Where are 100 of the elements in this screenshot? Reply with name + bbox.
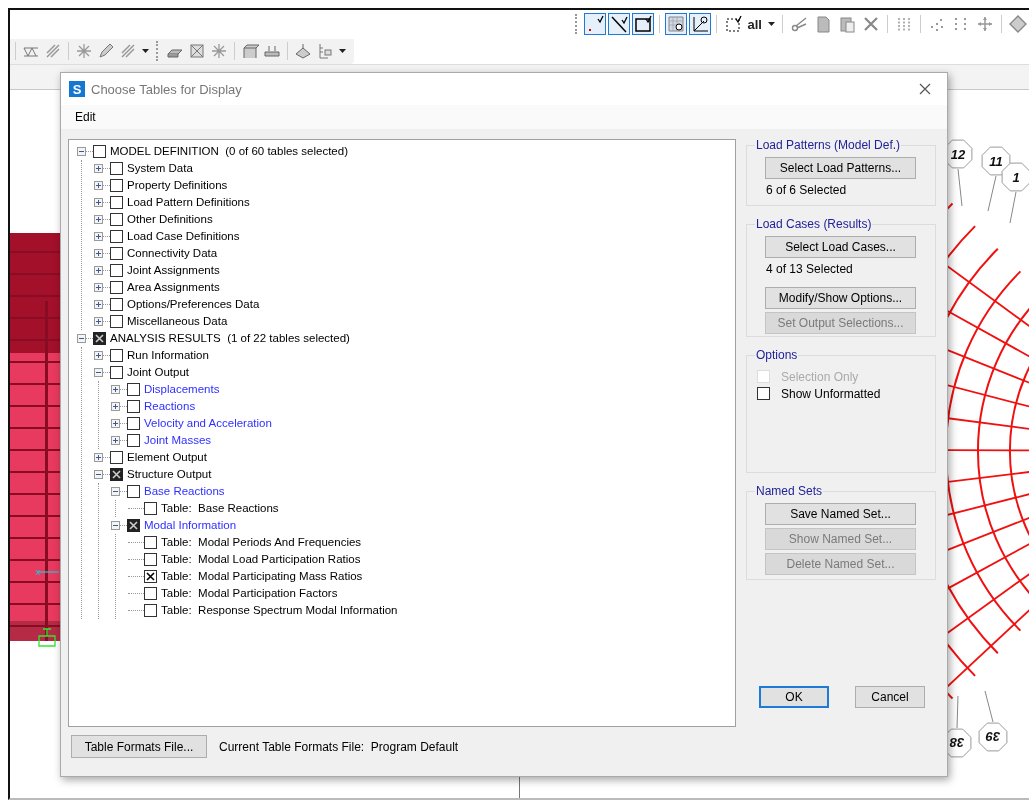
square-check-icon[interactable] xyxy=(631,13,654,35)
tree-item[interactable]: Table: Response Spectrum Modal Information xyxy=(161,603,398,618)
checkbox[interactable] xyxy=(93,332,106,345)
tree-item[interactable]: Connectivity Data xyxy=(127,246,218,261)
checkbox[interactable] xyxy=(127,417,140,430)
checkbox[interactable] xyxy=(110,264,123,277)
tree-item[interactable]: Other Definitions xyxy=(127,212,213,227)
tree-item[interactable]: Joint Output xyxy=(127,365,189,380)
grid-zoom-icon[interactable] xyxy=(664,13,687,35)
tree-item[interactable]: Table: Base Reactions xyxy=(161,501,279,516)
checkbox[interactable] xyxy=(127,434,140,447)
expand-icon[interactable] xyxy=(111,419,120,428)
caret-icon[interactable] xyxy=(339,49,346,53)
table-formats-button[interactable]: Table Formats File... xyxy=(71,735,207,758)
menu-item[interactable]: Edit xyxy=(69,108,102,126)
tree-item[interactable]: ANALYSIS RESULTS (1 of 22 tables selected) xyxy=(110,331,350,346)
checkbox[interactable] xyxy=(127,383,140,396)
checkbox[interactable] xyxy=(110,315,123,328)
expand-icon[interactable] xyxy=(94,300,103,309)
caret-icon[interactable] xyxy=(142,49,149,53)
expand-icon[interactable] xyxy=(94,283,103,292)
expand-icon[interactable] xyxy=(94,232,103,241)
expand-icon[interactable] xyxy=(94,215,103,224)
checkbox[interactable] xyxy=(110,179,123,192)
checkbox[interactable] xyxy=(144,536,157,549)
checkbox[interactable] xyxy=(110,213,123,226)
ok-button[interactable]: OK xyxy=(759,686,829,708)
angle-zoom-icon[interactable] xyxy=(688,13,711,35)
checkbox[interactable] xyxy=(110,349,123,362)
checkbox[interactable] xyxy=(93,145,106,158)
tree-item[interactable]: Joint Masses xyxy=(144,433,212,448)
tree-item[interactable]: Displacements xyxy=(144,382,220,397)
expand-icon[interactable] xyxy=(94,351,103,360)
tree-item[interactable]: Base Reactions xyxy=(144,484,225,499)
diamond-icon[interactable] xyxy=(1007,13,1029,35)
leader-line xyxy=(984,690,994,723)
checkbox[interactable] xyxy=(144,502,157,515)
tree-item[interactable]: Table: Modal Participation Factors xyxy=(161,586,338,601)
button[interactable]: Save Named Set... xyxy=(765,503,916,525)
tree-item[interactable]: Miscellaneous Data xyxy=(127,314,228,329)
close-icon[interactable] xyxy=(919,83,931,95)
tree-item[interactable]: Element Output xyxy=(127,450,207,465)
collapse-icon[interactable] xyxy=(77,147,86,156)
dot-check-icon[interactable] xyxy=(583,13,606,35)
checkbox[interactable] xyxy=(110,162,123,175)
checkbox[interactable] xyxy=(110,247,123,260)
tree-item[interactable]: Load Case Definitions xyxy=(127,229,240,244)
checkbox[interactable] xyxy=(757,387,770,400)
checkbox[interactable] xyxy=(110,281,123,294)
tree-item[interactable]: Table: Modal Load Participation Ratios xyxy=(161,552,361,567)
checkbox[interactable] xyxy=(110,451,123,464)
select-all-button[interactable]: all xyxy=(745,13,764,35)
tree-item[interactable]: Structure Output xyxy=(127,467,212,482)
collapse-icon[interactable] xyxy=(111,487,120,496)
expand-icon[interactable] xyxy=(94,164,103,173)
expand-icon[interactable] xyxy=(94,317,103,326)
tree-item[interactable]: Options/Preferences Data xyxy=(127,297,260,312)
tree-item[interactable]: Table: Modal Periods And Frequencies xyxy=(161,535,362,550)
checkbox[interactable] xyxy=(144,553,157,566)
collapse-icon[interactable] xyxy=(111,521,120,530)
expand-icon[interactable] xyxy=(94,249,103,258)
checkbox[interactable] xyxy=(110,196,123,209)
tree-item[interactable]: Joint Assignments xyxy=(127,263,220,278)
tree-item[interactable]: Load Pattern Definitions xyxy=(127,195,250,210)
checkbox[interactable] xyxy=(127,485,140,498)
checkbox[interactable] xyxy=(144,587,157,600)
checkbox[interactable] xyxy=(110,298,123,311)
expand-icon[interactable] xyxy=(111,385,120,394)
button[interactable]: Select Load Patterns... xyxy=(765,157,916,179)
line-check-icon[interactable] xyxy=(607,13,630,35)
tree-item[interactable]: Velocity and Acceleration xyxy=(144,416,272,431)
expand-icon[interactable] xyxy=(94,198,103,207)
checkbox[interactable] xyxy=(127,400,140,413)
expand-icon[interactable] xyxy=(94,453,103,462)
checkbox[interactable] xyxy=(110,366,123,379)
collapse-icon[interactable] xyxy=(77,334,86,343)
cancel-button[interactable]: Cancel xyxy=(855,686,925,708)
checkbox[interactable] xyxy=(110,230,123,243)
tree-item[interactable]: Property Definitions xyxy=(127,178,228,193)
button[interactable]: Select Load Cases... xyxy=(765,236,916,258)
collapse-icon[interactable] xyxy=(94,368,103,377)
caret-icon[interactable] xyxy=(768,22,775,26)
expand-icon[interactable] xyxy=(94,181,103,190)
tree-item[interactable]: MODEL DEFINITION (0 of 60 tables selected) xyxy=(110,144,348,159)
expand-icon[interactable] xyxy=(111,436,120,445)
checkbox[interactable] xyxy=(144,604,157,617)
checkbox[interactable] xyxy=(127,519,140,532)
tree-item[interactable]: Modal Information xyxy=(144,518,237,533)
tree-item[interactable]: System Data xyxy=(127,161,193,176)
expand-icon[interactable] xyxy=(94,266,103,275)
expand-icon[interactable] xyxy=(111,402,120,411)
checkbox[interactable] xyxy=(110,468,123,481)
app-icon: S xyxy=(69,81,85,97)
collapse-icon[interactable] xyxy=(94,470,103,479)
tree-item[interactable]: Table: Modal Participating Mass Ratios xyxy=(161,569,363,584)
tree-item[interactable]: Run Information xyxy=(127,348,209,363)
tree-item[interactable]: Area Assignments xyxy=(127,280,220,295)
checkbox[interactable] xyxy=(144,570,157,583)
button[interactable]: Modify/Show Options... xyxy=(765,287,916,309)
tree-item[interactable]: Reactions xyxy=(144,399,196,414)
